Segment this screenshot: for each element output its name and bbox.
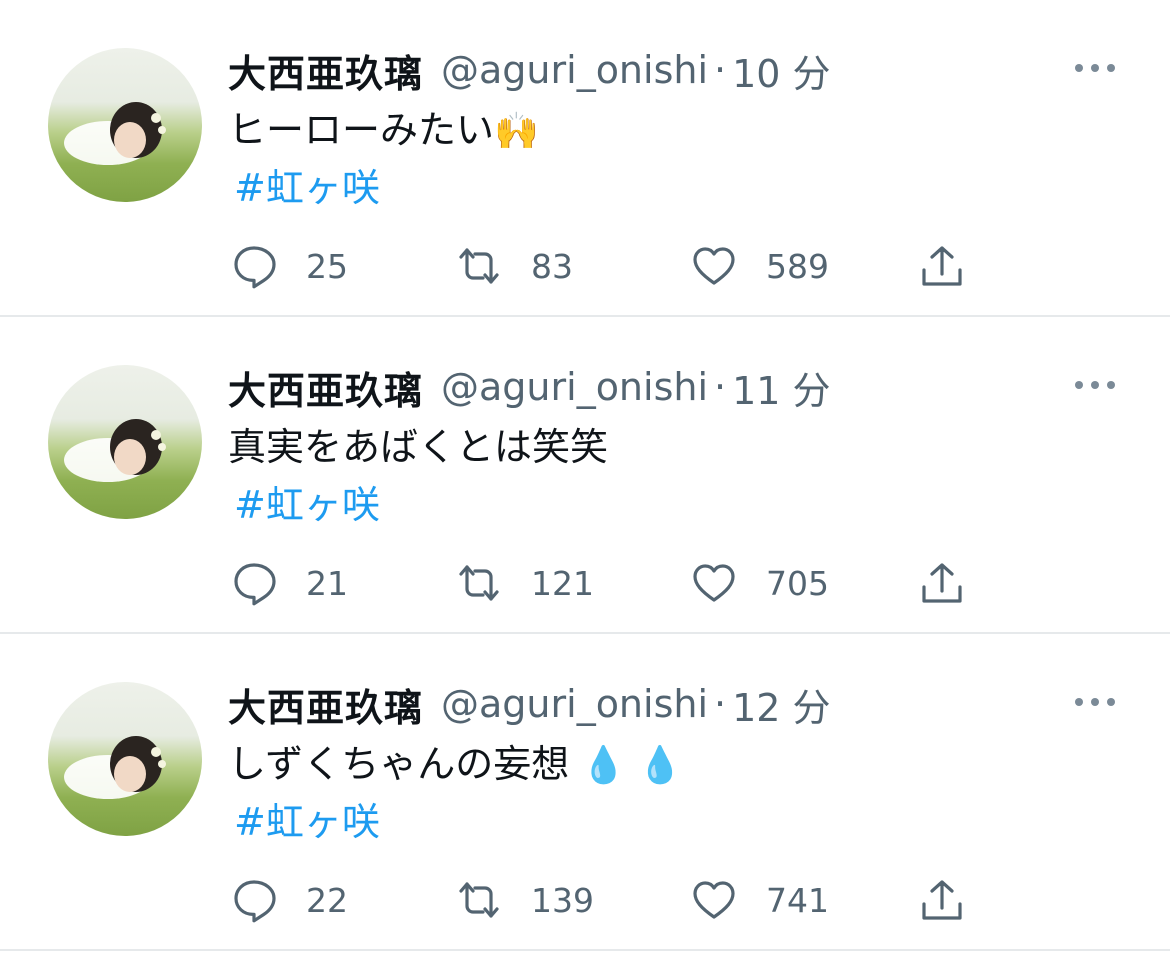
timestamp[interactable]: 12 分 (732, 677, 830, 732)
avatar-photo (64, 102, 166, 165)
reply-button[interactable]: 25 (230, 240, 348, 292)
tweet[interactable]: 大西亜玖璃 @aguri_onishi · 10 分 ヒーローみたい🙌 #虹ヶ咲… (0, 0, 1170, 317)
reply-button[interactable]: 22 (230, 874, 348, 926)
timeline: 大西亜玖璃 @aguri_onishi · 10 分 ヒーローみたい🙌 #虹ヶ咲… (0, 0, 1170, 951)
heart-icon (693, 247, 735, 285)
share-upload-icon (922, 246, 962, 286)
like-count: 705 (766, 563, 829, 603)
hashtag-link[interactable]: #虹ヶ咲 (234, 162, 380, 214)
like-count: 589 (766, 246, 829, 286)
timestamp[interactable]: 10 分 (732, 43, 830, 98)
tweet-text: しずくちゃんの妄想 💧 💧 (228, 738, 682, 792)
timestamp[interactable]: 11 分 (732, 360, 830, 415)
avatar[interactable] (48, 48, 202, 202)
tweet[interactable]: 大西亜玖璃 @aguri_onishi · 11 分 真実をあばくとは笑笑 #虹… (0, 317, 1170, 634)
share-button[interactable] (918, 557, 966, 609)
avatar-photo (64, 419, 166, 482)
more-dots-icon[interactable] (1072, 692, 1118, 712)
separator-dot: · (714, 365, 727, 409)
tweet-text-body: ヒーローみたい (228, 108, 495, 152)
like-count: 741 (766, 880, 829, 920)
more-dots-icon[interactable] (1072, 375, 1118, 395)
reply-count: 22 (306, 880, 348, 920)
reply-button[interactable]: 21 (230, 557, 348, 609)
separator-dot: · (714, 48, 727, 92)
retweet-icon (459, 565, 499, 601)
tweet-header: 大西亜玖璃 @aguri_onishi · 12 分 (228, 678, 831, 730)
reply-bubble-icon (234, 246, 276, 289)
retweet-button[interactable]: 83 (455, 240, 573, 292)
tweet[interactable]: 大西亜玖璃 @aguri_onishi · 12 分 しずくちゃんの妄想 💧 💧… (0, 634, 1170, 951)
more-dots-icon[interactable] (1072, 58, 1118, 78)
reply-count: 25 (306, 246, 348, 286)
tweet-actions: 25 83 589 (0, 240, 1170, 292)
separator-dot: · (714, 682, 727, 726)
tweet-header: 大西亜玖璃 @aguri_onishi · 10 分 (228, 44, 831, 96)
like-button[interactable]: 705 (690, 557, 829, 609)
share-button[interactable] (918, 240, 966, 292)
reply-bubble-icon (234, 563, 276, 606)
hashtag-link[interactable]: #虹ヶ咲 (234, 796, 380, 848)
like-button[interactable]: 589 (690, 240, 829, 292)
tweet-text-body: 真実をあばくとは笑笑 (228, 425, 609, 469)
retweet-icon (459, 882, 499, 918)
tweet-header: 大西亜玖璃 @aguri_onishi · 11 分 (228, 361, 831, 413)
avatar-photo (64, 736, 166, 799)
author-name[interactable]: 大西亜玖璃 (228, 360, 423, 415)
retweet-icon (459, 248, 499, 284)
share-upload-icon (922, 563, 962, 603)
heart-icon (693, 881, 735, 919)
reply-count: 21 (306, 563, 348, 603)
share-upload-icon (922, 880, 962, 920)
retweet-button[interactable]: 121 (455, 557, 594, 609)
tweet-text-body: しずくちゃんの妄想 (228, 742, 570, 786)
raising-hands-emoji: 🙌 (494, 111, 539, 152)
retweet-button[interactable]: 139 (455, 874, 594, 926)
share-button[interactable] (918, 874, 966, 926)
like-button[interactable]: 741 (690, 874, 829, 926)
avatar[interactable] (48, 682, 202, 836)
droplet-emoji: 💧 💧 (581, 745, 683, 786)
reply-bubble-icon (234, 880, 276, 923)
retweet-count: 139 (531, 880, 594, 920)
author-handle[interactable]: @aguri_onishi (441, 682, 708, 726)
tweet-text: 真実をあばくとは笑笑 (228, 421, 608, 475)
author-handle[interactable]: @aguri_onishi (441, 365, 708, 409)
retweet-count: 83 (531, 246, 573, 286)
tweet-actions: 21 121 705 (0, 557, 1170, 609)
hashtag-link[interactable]: #虹ヶ咲 (234, 479, 380, 531)
avatar[interactable] (48, 365, 202, 519)
author-name[interactable]: 大西亜玖璃 (228, 677, 423, 732)
retweet-count: 121 (531, 563, 594, 603)
author-name[interactable]: 大西亜玖璃 (228, 43, 423, 98)
tweet-actions: 22 139 741 (0, 874, 1170, 926)
tweet-text: ヒーローみたい🙌 (228, 104, 539, 158)
author-handle[interactable]: @aguri_onishi (441, 48, 708, 92)
heart-icon (693, 564, 735, 602)
